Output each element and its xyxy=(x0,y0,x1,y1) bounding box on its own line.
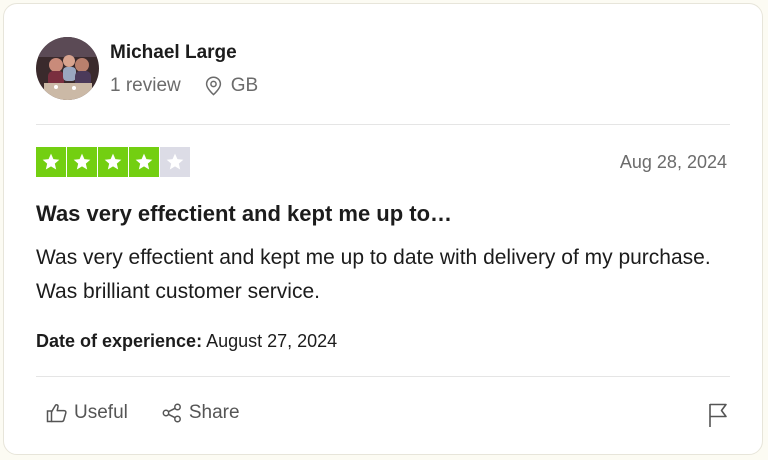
experience-label: Date of experience: xyxy=(36,331,203,351)
review-actions: Useful Share xyxy=(46,402,240,424)
star-icon xyxy=(135,153,153,170)
thumbs-up-icon xyxy=(46,404,67,423)
star-rating xyxy=(36,147,190,177)
share-icon xyxy=(162,403,181,423)
flag-icon xyxy=(709,403,727,427)
report-button[interactable] xyxy=(707,402,729,433)
experience-date: August 27, 2024 xyxy=(206,331,338,351)
useful-button[interactable]: Useful xyxy=(46,402,128,424)
reviewer-country: GB xyxy=(230,75,259,96)
review-card: Michael Large 1 review GB Aug 28, 2024 W… xyxy=(3,3,763,455)
review-count: 1 review xyxy=(110,75,181,96)
share-button[interactable]: Share xyxy=(161,402,240,424)
reviewer-name[interactable]: Michael Large xyxy=(110,42,237,64)
star-icon xyxy=(42,153,60,170)
review-title[interactable]: Was very effectient and kept me up to… xyxy=(36,201,452,227)
location-pin-icon xyxy=(205,76,221,96)
divider xyxy=(36,376,730,377)
star-icon xyxy=(104,153,122,170)
star-filled xyxy=(129,147,159,177)
share-label: Share xyxy=(188,402,240,423)
star-empty xyxy=(160,147,190,177)
date-of-experience: Date of experience: August 27, 2024 xyxy=(36,331,337,352)
star-filled xyxy=(36,147,66,177)
reviewer-avatar[interactable] xyxy=(36,37,99,100)
star-icon xyxy=(73,153,91,170)
review-body: Was very effectient and kept me up to da… xyxy=(36,246,711,303)
star-icon xyxy=(166,153,184,170)
reviewer-location: GB xyxy=(205,75,258,97)
star-filled xyxy=(67,147,97,177)
divider xyxy=(36,124,730,125)
review-date: Aug 28, 2024 xyxy=(619,152,727,172)
star-filled xyxy=(98,147,128,177)
reviewer-meta: 1 review GB xyxy=(110,74,258,98)
useful-label: Useful xyxy=(74,402,128,423)
